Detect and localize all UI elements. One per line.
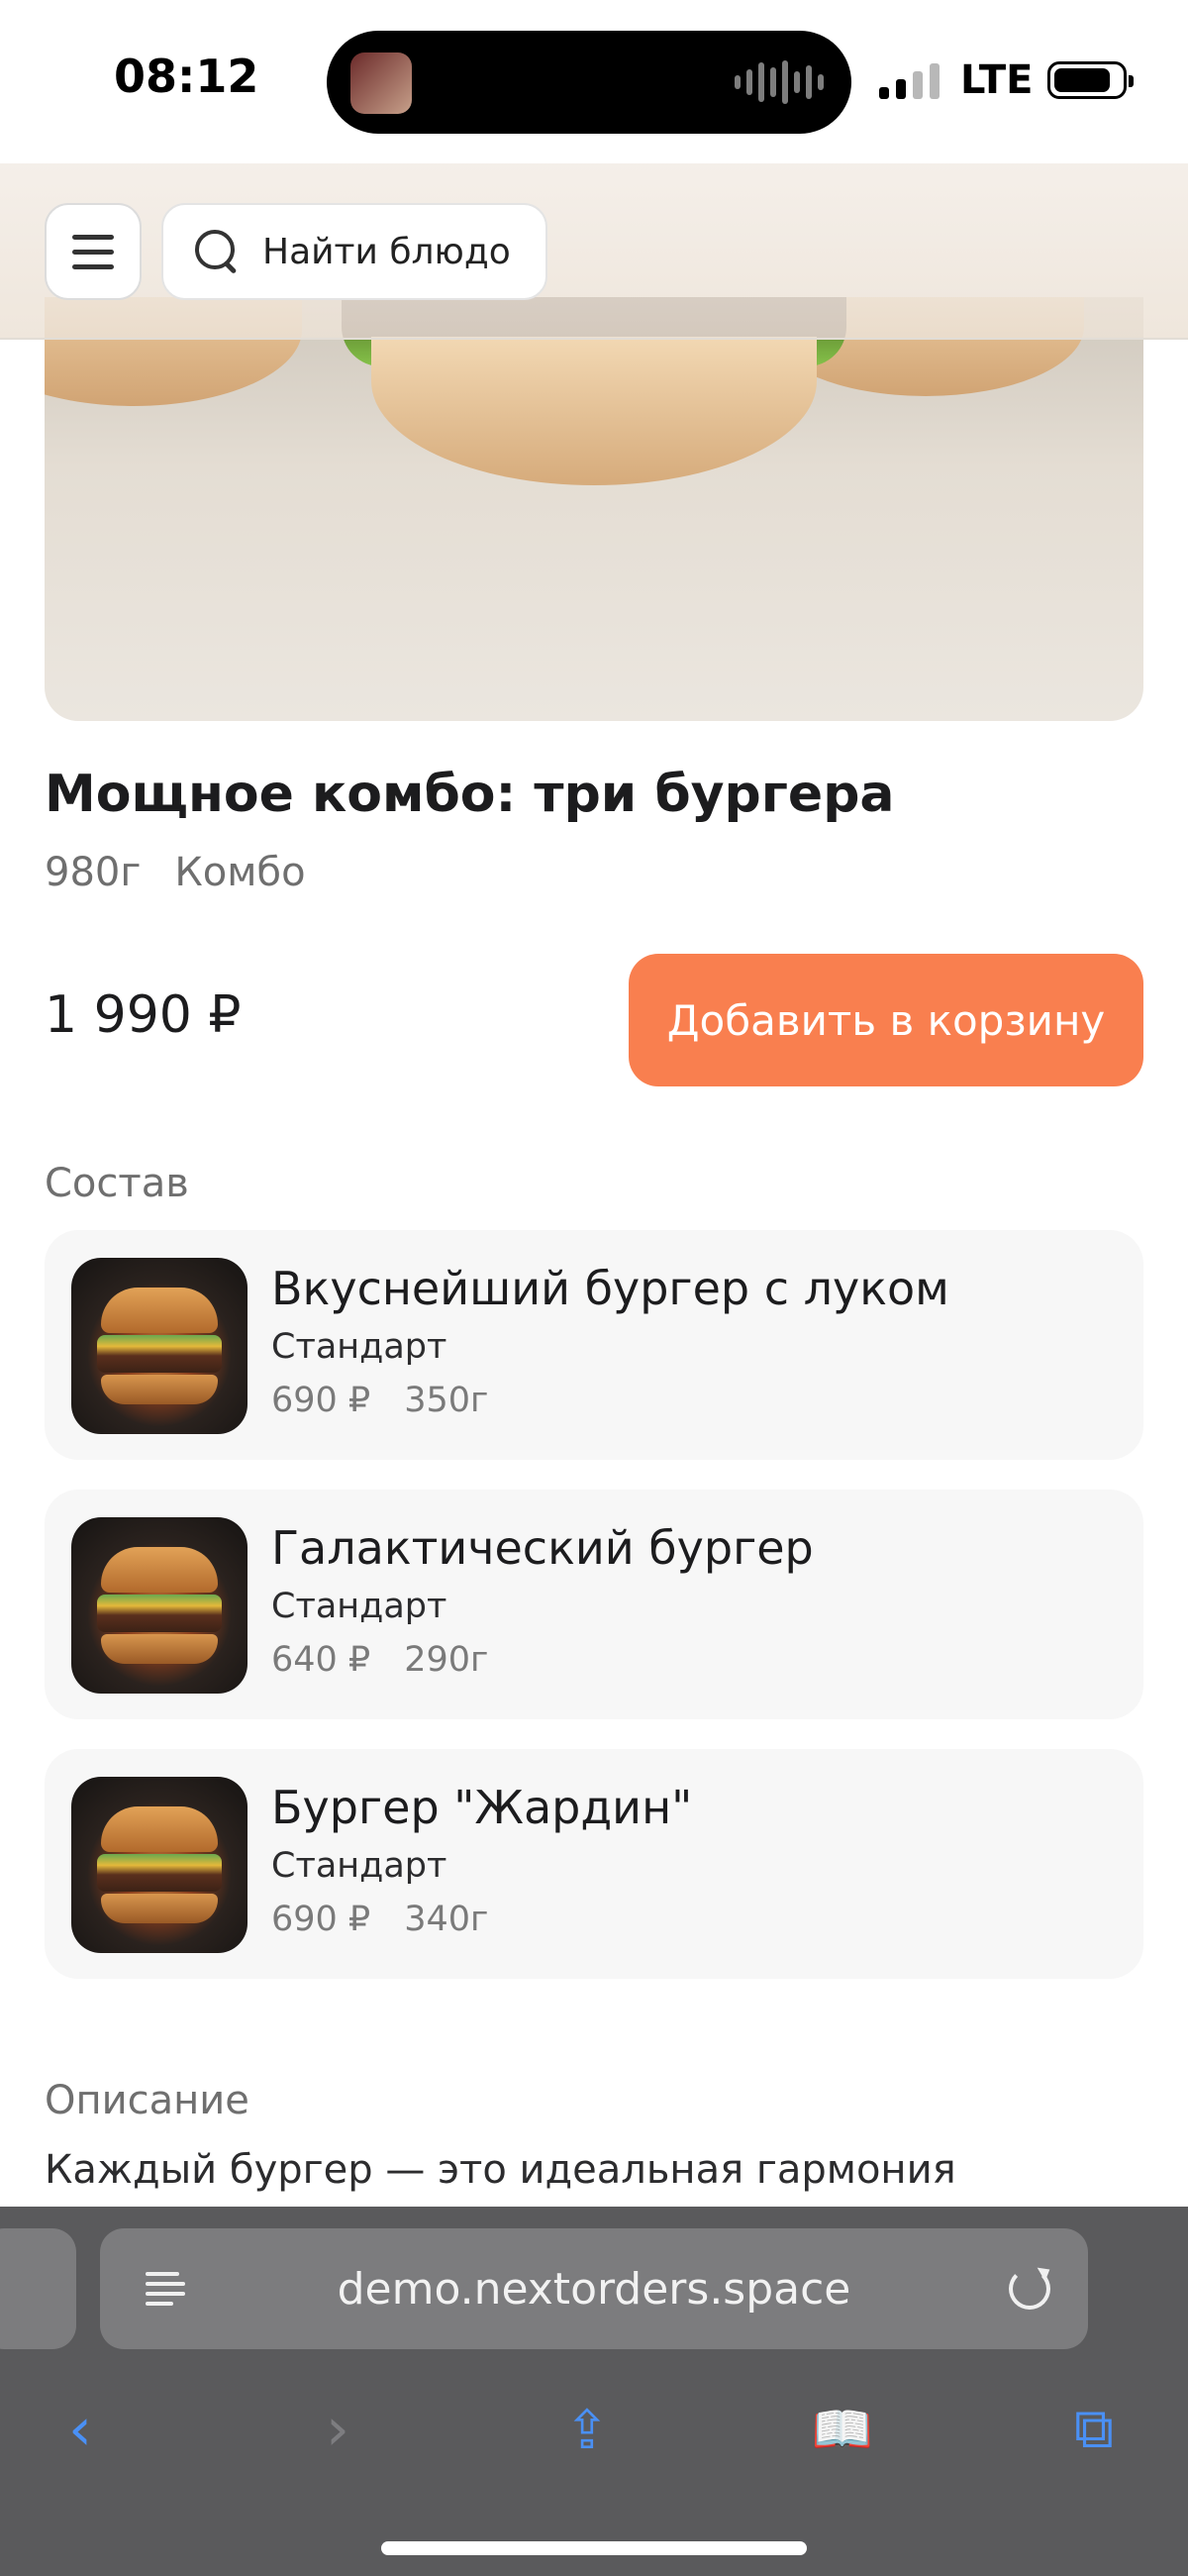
item-variant: Стандарт — [271, 1327, 447, 1367]
description-heading: Описание — [45, 2078, 249, 2123]
hamburger-icon — [72, 234, 114, 240]
reload-icon[interactable] — [1009, 2268, 1050, 2310]
app-icon — [350, 52, 412, 114]
item-weight: 350г — [404, 1381, 489, 1420]
search-input[interactable]: Найти блюдо — [161, 203, 547, 300]
item-meta: 690 ₽ 340г — [271, 1900, 488, 1939]
item-name: Галактический бургер — [271, 1521, 814, 1575]
menu-button[interactable] — [45, 203, 142, 300]
product-image — [45, 297, 1143, 721]
product-price: 1 990 ₽ — [45, 985, 242, 1045]
product-meta: 980г Комбо — [45, 850, 306, 895]
composition-heading: Состав — [45, 1161, 189, 1206]
bookmarks-icon[interactable]: 📖 — [798, 2385, 887, 2474]
browser-bar: demo.nextorders.space ‹ › ⇪ 📖 ⧉ — [0, 2207, 1188, 2576]
product-weight: 980г — [45, 850, 142, 895]
battery-icon — [1047, 61, 1134, 99]
burger-image — [71, 1258, 248, 1434]
list-item[interactable]: Галактический бургер Стандарт 640 ₽ 290г — [45, 1490, 1143, 1719]
burger-image — [71, 1777, 248, 1953]
list-item[interactable]: Бургер "Жардин" Стандарт 690 ₽ 340г — [45, 1749, 1143, 1979]
item-price: 640 ₽ — [271, 1640, 371, 1680]
app-header: Найти блюдо — [0, 163, 1188, 340]
burger-image — [71, 1517, 248, 1694]
home-indicator — [381, 2541, 807, 2555]
description-text: Каждый бургер — это идеальная гармония — [45, 2147, 956, 2193]
product-category: Комбо — [174, 850, 306, 895]
tabs-icon[interactable]: ⧉ — [1049, 2385, 1138, 2474]
cellular-signal-icon — [879, 61, 940, 99]
item-variant: Стандарт — [271, 1846, 447, 1886]
search-icon — [195, 230, 239, 273]
audio-wave-icon — [735, 60, 824, 104]
item-meta: 690 ₽ 350г — [271, 1381, 488, 1420]
item-name: Вкуснейший бургер с луком — [271, 1262, 949, 1315]
back-icon[interactable]: ‹ — [36, 2385, 125, 2474]
item-weight: 290г — [404, 1640, 489, 1680]
composition-list: Вкуснейший бургер с луком Стандарт 690 ₽… — [45, 1230, 1143, 2009]
status-bar: 08:12 LTE — [0, 0, 1188, 163]
forward-icon[interactable]: › — [293, 2385, 382, 2474]
network-type: LTE — [960, 57, 1034, 103]
list-item[interactable]: Вкуснейший бургер с луком Стандарт 690 ₽… — [45, 1230, 1143, 1460]
search-placeholder: Найти блюдо — [262, 231, 511, 272]
dynamic-island — [327, 31, 851, 134]
status-time: 08:12 — [114, 50, 259, 103]
item-price: 690 ₽ — [271, 1900, 371, 1939]
share-icon[interactable]: ⇪ — [543, 2385, 632, 2474]
url-text: demo.nextorders.space — [337, 2263, 851, 2315]
item-name: Бургер "Жардин" — [271, 1781, 693, 1834]
product-title: Мощное комбо: три бургера — [45, 765, 895, 824]
add-to-cart-button[interactable]: Добавить в корзину — [629, 954, 1143, 1086]
item-variant: Стандарт — [271, 1587, 447, 1626]
reader-icon[interactable] — [146, 2270, 185, 2310]
item-weight: 340г — [404, 1900, 489, 1939]
address-bar[interactable]: demo.nextorders.space — [100, 2228, 1088, 2349]
previous-tab[interactable] — [0, 2228, 76, 2349]
item-price: 690 ₽ — [271, 1381, 371, 1420]
item-meta: 640 ₽ 290г — [271, 1640, 488, 1680]
browser-toolbar: ‹ › ⇪ 📖 ⧉ — [0, 2385, 1188, 2484]
